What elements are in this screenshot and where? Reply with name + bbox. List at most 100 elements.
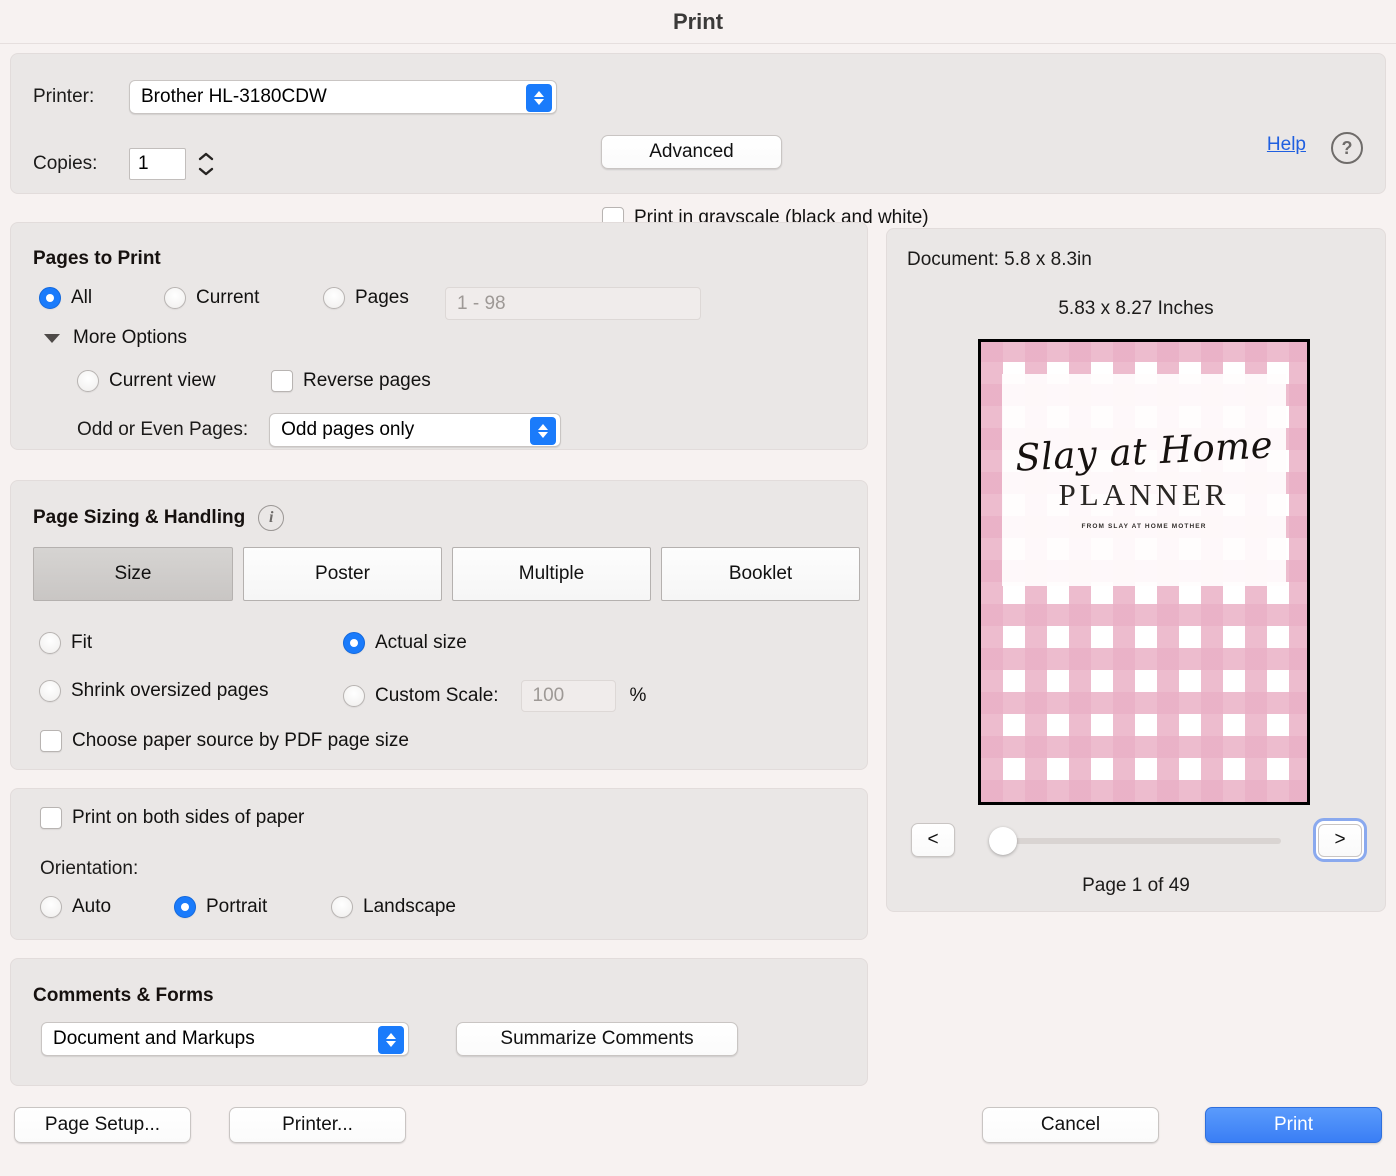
radio-landscape-control[interactable] (331, 896, 353, 918)
advanced-button[interactable]: Advanced (601, 135, 782, 169)
custom-scale-input[interactable]: 100 (520, 680, 616, 712)
radio-actual-size-label: Actual size (375, 632, 467, 653)
printer-select-value: Brother HL-3180CDW (141, 86, 327, 107)
radio-all-label: All (71, 287, 93, 308)
printer-button[interactable]: Printer... (229, 1107, 406, 1143)
paper-source-checkbox[interactable] (40, 730, 62, 752)
paper-source-label: Choose paper source by PDF page size (72, 730, 409, 751)
radio-current-view[interactable]: Current view (77, 370, 216, 392)
page-sizing-header: Page Sizing & Handling i (33, 505, 285, 531)
page-slider-track (995, 838, 1281, 844)
thumbnail-script-title: Slay at Home (1013, 423, 1275, 480)
radio-shrink-label: Shrink oversized pages (71, 680, 269, 701)
radio-fit[interactable]: Fit (39, 632, 92, 654)
pages-range-input[interactable]: 1 - 98 (445, 287, 701, 320)
copies-label: Copies: (33, 153, 98, 174)
radio-custom-scale[interactable]: Custom Scale: 100 % (343, 680, 646, 712)
comments-forms-title: Comments & Forms (33, 985, 214, 1006)
next-page-focus-ring: > (1313, 818, 1367, 862)
radio-auto-label: Auto (72, 896, 112, 917)
radio-portrait-label: Portrait (206, 896, 268, 917)
both-sides-checkbox[interactable] (40, 807, 62, 829)
radio-current-control[interactable] (164, 287, 186, 309)
radio-actual-size[interactable]: Actual size (343, 632, 467, 654)
radio-pages[interactable]: Pages (323, 287, 409, 309)
thumbnail-card: Slay at Home PLANNER FROM SLAY AT HOME M… (1002, 374, 1286, 586)
tab-size[interactable]: Size (33, 547, 233, 601)
radio-fit-control[interactable] (39, 632, 61, 654)
radio-portrait-control[interactable] (174, 896, 196, 918)
odd-even-row: Odd or Even Pages: Odd pages only (77, 413, 562, 447)
triangle-down-icon (44, 333, 60, 343)
copies-input[interactable] (129, 148, 186, 180)
chevron-updown-icon (526, 84, 552, 112)
pages-to-print-title: Pages to Print (33, 248, 161, 269)
duplex-orientation-panel: Print on both sides of paper Orientation… (10, 788, 868, 940)
info-icon[interactable]: i (258, 505, 285, 531)
radio-pages-control[interactable] (323, 287, 345, 309)
radio-auto-control[interactable] (40, 896, 62, 918)
radio-all-control[interactable] (39, 287, 61, 309)
orientation-label: Orientation: (40, 858, 139, 879)
radio-portrait[interactable]: Portrait (174, 896, 267, 918)
comments-forms-value: Document and Markups (53, 1028, 255, 1049)
radio-current-view-control[interactable] (77, 370, 99, 392)
radio-custom-scale-control[interactable] (343, 685, 365, 707)
tab-poster[interactable]: Poster (243, 547, 442, 601)
document-size-label: Document: 5.8 x 8.3in (907, 249, 1092, 270)
printer-panel: Printer: Brother HL-3180CDW Advanced Cop… (10, 53, 1386, 229)
percent-label: % (629, 685, 647, 706)
page-sizing-title: Page Sizing & Handling (33, 507, 246, 528)
thumbnail-main-title: PLANNER (1058, 476, 1230, 512)
previous-page-button[interactable]: < (911, 823, 955, 857)
page-slider-knob[interactable] (989, 827, 1017, 855)
page-status-label: Page 1 of 49 (1082, 875, 1190, 896)
radio-actual-size-control[interactable] (343, 632, 365, 654)
checkbox-reverse-pages[interactable]: Reverse pages (271, 370, 431, 392)
radio-fit-label: Fit (71, 632, 93, 653)
radio-auto[interactable]: Auto (40, 896, 111, 918)
both-sides-label: Print on both sides of paper (72, 807, 305, 828)
chevron-down-icon (198, 167, 214, 176)
cancel-button[interactable]: Cancel (982, 1107, 1159, 1143)
pages-to-print-panel: Pages to Print All Current Pages 1 - 98 … (10, 222, 868, 450)
sizing-tabs: Size Poster Multiple Booklet (33, 547, 860, 601)
checkbox-paper-source[interactable]: Choose paper source by PDF page size (40, 730, 409, 752)
reverse-pages-label: Reverse pages (303, 370, 431, 391)
preview-panel: Document: 5.8 x 8.3in 5.83 x 8.27 Inches… (886, 228, 1386, 912)
tab-multiple[interactable]: Multiple (452, 547, 651, 601)
chevron-updown-icon (378, 1026, 404, 1054)
printer-label: Printer: (33, 86, 95, 107)
comments-forms-select[interactable]: Document and Markups (41, 1022, 409, 1056)
chevron-updown-icon (530, 417, 557, 445)
radio-landscape-label: Landscape (363, 896, 456, 917)
paper-size-label: 5.83 x 8.27 Inches (1058, 298, 1214, 319)
copies-row: Copies: (33, 146, 217, 182)
radio-all[interactable]: All (39, 287, 92, 309)
page-thumbnail-content: Slay at Home PLANNER FROM SLAY AT HOME M… (981, 342, 1307, 802)
radio-pages-label: Pages (355, 287, 409, 308)
next-page-button[interactable]: > (1318, 823, 1362, 857)
print-dialog: Print Printer: Brother HL-3180CDW Advanc… (0, 0, 1396, 1176)
question-mark-icon[interactable]: ? (1331, 132, 1363, 164)
odd-even-select[interactable]: Odd pages only (269, 413, 562, 447)
printer-row: Printer: Brother HL-3180CDW (33, 80, 557, 114)
radio-current[interactable]: Current (164, 287, 259, 309)
copies-stepper[interactable] (195, 146, 217, 182)
reverse-pages-checkbox[interactable] (271, 370, 293, 392)
comments-forms-panel: Comments & Forms Document and Markups Su… (10, 958, 868, 1086)
print-button[interactable]: Print (1205, 1107, 1382, 1143)
page-setup-button[interactable]: Page Setup... (14, 1107, 191, 1143)
summarize-comments-button[interactable]: Summarize Comments (456, 1022, 738, 1056)
help-link[interactable]: Help (1267, 134, 1306, 156)
printer-select[interactable]: Brother HL-3180CDW (129, 80, 557, 114)
page-slider[interactable] (989, 827, 1281, 855)
checkbox-both-sides[interactable]: Print on both sides of paper (40, 807, 304, 829)
tab-booklet[interactable]: Booklet (661, 547, 860, 601)
more-options-toggle[interactable]: More Options (44, 327, 187, 349)
radio-shrink-oversized[interactable]: Shrink oversized pages (39, 680, 269, 702)
chevron-up-icon (198, 152, 214, 161)
radio-shrink-control[interactable] (39, 680, 61, 702)
radio-landscape[interactable]: Landscape (331, 896, 456, 918)
page-thumbnail[interactable]: Slay at Home PLANNER FROM SLAY AT HOME M… (978, 339, 1310, 805)
